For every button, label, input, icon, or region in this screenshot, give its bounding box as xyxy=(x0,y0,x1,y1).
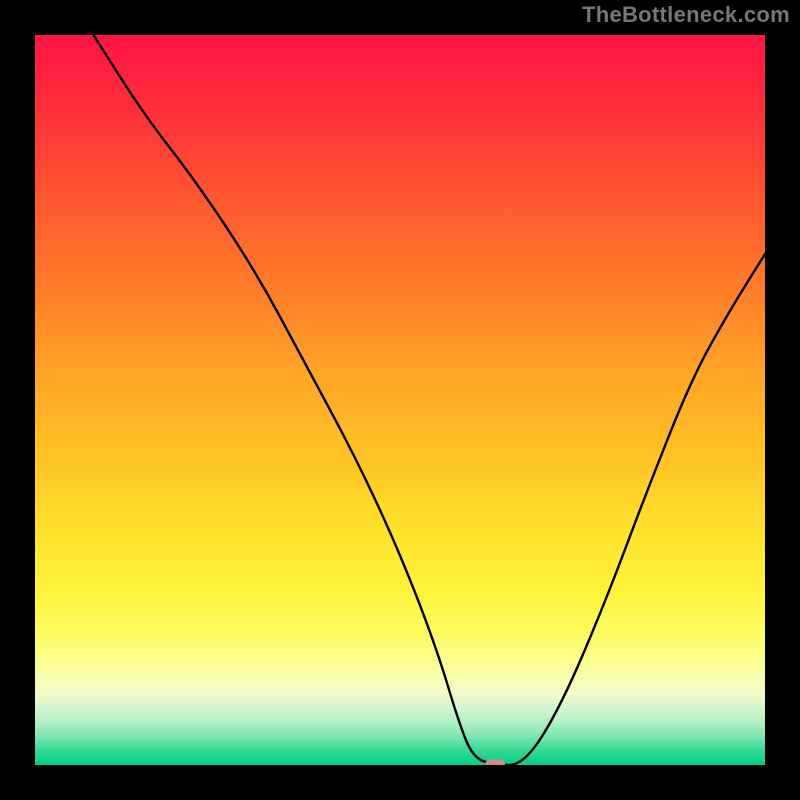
curve-path xyxy=(93,35,765,765)
watermark-text: TheBottleneck.com xyxy=(582,2,790,28)
plot-area xyxy=(35,35,765,765)
optimum-marker xyxy=(485,760,505,766)
bottleneck-curve xyxy=(35,35,765,765)
chart-frame: TheBottleneck.com xyxy=(0,0,800,800)
